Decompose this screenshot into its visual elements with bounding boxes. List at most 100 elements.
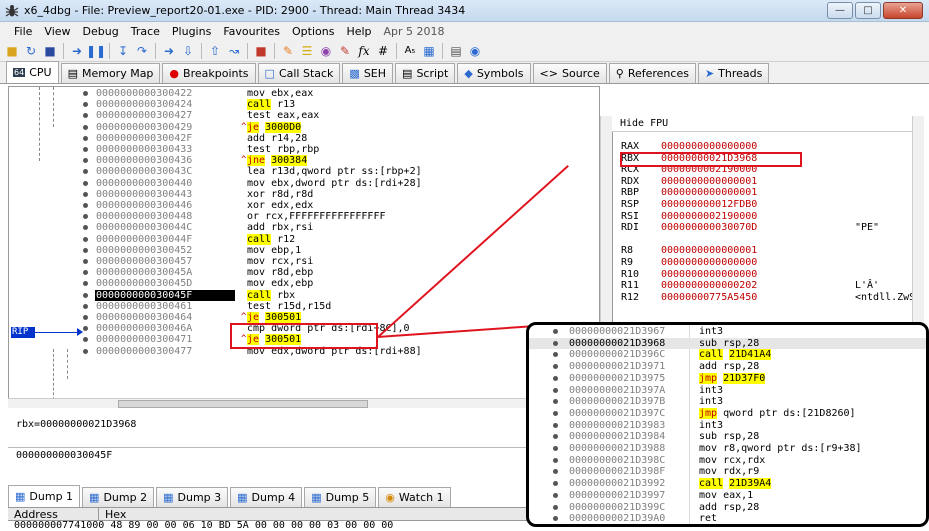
register-row[interactable]: R9 0000000000000000 — [621, 257, 757, 268]
register-row[interactable] — [621, 234, 661, 245]
breakpoint-dot-icon[interactable] — [83, 191, 88, 197]
register-row[interactable]: RSI 0000000002190000 — [621, 211, 757, 222]
disassembly-row[interactable]: 000000000030045A mov r8d,ebp — [9, 267, 599, 278]
bookmarks-icon[interactable]: ✎ — [337, 43, 353, 59]
step-into-icon[interactable]: ↧ — [115, 43, 131, 59]
menu-view[interactable]: View — [38, 25, 76, 38]
register-value[interactable]: 0000000000000000 — [661, 257, 757, 268]
tab-script[interactable]: ▤ Script — [395, 63, 456, 83]
breakpoint-dot-icon[interactable] — [83, 158, 88, 164]
font-icon[interactable]: A₅ — [402, 43, 418, 59]
breakpoint-dot-icon[interactable] — [83, 180, 88, 186]
breakpoint-dot-icon[interactable] — [83, 236, 88, 242]
run-to-user-code-icon[interactable]: ↝ — [226, 43, 242, 59]
open-folder-icon[interactable]: ■ — [4, 43, 20, 59]
close-button[interactable]: ✕ — [883, 2, 923, 19]
pause-icon[interactable]: ❚❚ — [86, 43, 106, 59]
disassembly-view[interactable]: 0000000000300422 mov ebx,eax 0000000000300… — [8, 86, 600, 408]
breakpoint-dot-icon[interactable] — [83, 91, 88, 96]
run-icon[interactable]: ➜ — [69, 43, 85, 59]
register-row[interactable]: RBP 0000000000000001 — [621, 187, 757, 198]
breakpoint-dot-icon[interactable] — [83, 135, 88, 141]
menu-help[interactable]: Help — [340, 25, 377, 38]
breakpoint-dot-icon[interactable] — [83, 225, 88, 231]
tab-memory-map[interactable]: ▤ Memory Map — [60, 63, 161, 83]
tab-dump-2[interactable]: ▦ Dump 2 — [82, 487, 155, 507]
dump-row[interactable]: 000000007741000 48 89 00 00 06 10 BD 5A … — [8, 521, 600, 531]
register-value[interactable]: 0000000000000001 — [661, 245, 757, 256]
tab-dump-1[interactable]: ▦ Dump 1 — [8, 485, 81, 507]
execute-till-return-icon[interactable]: ⇧ — [207, 43, 223, 59]
breakpoint-dot-icon[interactable] — [83, 124, 88, 130]
hide-fpu-button[interactable]: Hide FPU — [612, 116, 912, 132]
disassembly-row[interactable]: 000000000030042F add r14,28 — [9, 133, 599, 144]
tab-breakpoints[interactable]: ● Breakpoints — [162, 63, 256, 83]
disassembly-row[interactable]: 0000000000300422 mov ebx,eax — [9, 88, 599, 99]
register-value[interactable]: 0000000000000000 — [661, 269, 757, 280]
register-value[interactable]: 000000000030070D — [661, 222, 757, 233]
minimize-button[interactable]: — — [827, 2, 853, 19]
menu-debug[interactable]: Debug — [77, 25, 125, 38]
disassembly-row[interactable]: 0000000000300443 xor r8d,r8d — [9, 189, 599, 200]
breakpoint-dot-icon[interactable] — [83, 147, 88, 152]
tab-references[interactable]: ⚲ References — [608, 63, 696, 83]
dump-col-hex[interactable]: Hex — [98, 508, 528, 521]
breakpoint-dot-icon[interactable] — [83, 281, 88, 287]
breakpoint-dot-icon[interactable] — [83, 214, 88, 220]
trace-over-icon[interactable]: ⇩ — [180, 43, 196, 59]
register-value[interactable]: 0000000000000000 — [661, 141, 757, 152]
breakpoint-dot-icon[interactable] — [83, 348, 88, 354]
disassembly-horizontal-scrollbar[interactable] — [8, 398, 600, 408]
breakpoint-dot-icon[interactable] — [83, 303, 88, 309]
trace-into-icon[interactable]: ➜ — [161, 43, 177, 59]
register-row[interactable]: RDX 0000000000000001 — [621, 176, 757, 187]
disassembly-row[interactable]: 000000000030045F call rbx — [9, 289, 599, 301]
dump-col-address[interactable]: Address — [8, 508, 98, 521]
disassembly-row[interactable]: 0000000000300429 ^ je 3000D0 — [9, 121, 599, 133]
register-row[interactable]: R12 00000000775A5450 <ntdll.ZwSlu — [621, 292, 923, 303]
variables-icon[interactable]: # — [375, 43, 391, 59]
tab-watch-1[interactable]: ◉ Watch 1 — [378, 487, 451, 507]
patch-icon[interactable]: ✎ — [280, 43, 296, 59]
labels-icon[interactable]: ◉ — [318, 43, 334, 59]
settings-icon[interactable]: ◉ — [467, 43, 483, 59]
menu-trace[interactable]: Trace — [125, 25, 166, 38]
register-row[interactable]: R8 0000000000000001 — [621, 245, 757, 256]
disassembly-row[interactable]: 0000000000300440 mov ebx,dword ptr ds:[rd… — [9, 178, 599, 189]
register-value[interactable]: 000000000012FDB0 — [661, 199, 757, 210]
disassembly-row[interactable]: 0000000000300436 ^ jne 300384 — [9, 155, 599, 167]
disassembly-row[interactable]: 000000000030045D mov edx,ebp — [9, 278, 599, 289]
comments-icon[interactable]: ☰ — [299, 43, 315, 59]
registers-panel[interactable]: RAX 0000000000000000 RBX 00000000021D3968 RC… — [612, 116, 924, 328]
disassembly-row[interactable]: 0000000000300424 call r13 — [9, 99, 599, 111]
disassembly-row[interactable]: 0000000000300446 xor edx,edx — [9, 200, 599, 211]
disassembly-row[interactable]: 0000000000300457 mov rcx,rsi — [9, 256, 599, 267]
disassembly-row[interactable]: 0000000000300433 test rbp,rbp — [9, 144, 599, 155]
register-row[interactable]: RAX 0000000000000000 — [621, 141, 757, 152]
disassembly-row[interactable]: 0000000000300461 test r15d,r15d — [9, 301, 599, 312]
tab-symbols[interactable]: ◆ Symbols — [457, 63, 531, 83]
disassembly-row[interactable]: 0000000000300427 test eax,eax — [9, 110, 599, 121]
tab-dump-5[interactable]: ▦ Dump 5 — [304, 487, 377, 507]
register-row[interactable]: R11 0000000000000202 L'Â' — [621, 280, 879, 291]
register-value[interactable]: 0000000000000202 — [661, 280, 757, 291]
stop-icon[interactable]: ■ — [42, 43, 58, 59]
menu-favourites[interactable]: Favourites — [217, 25, 286, 38]
tab-source[interactable]: <> Source — [532, 63, 607, 83]
disassembly-row[interactable]: 000000000030044F call r12 — [9, 233, 599, 245]
breakpoint-dot-icon[interactable] — [83, 337, 88, 343]
calculator-icon[interactable]: ▦ — [421, 43, 437, 59]
menu-options[interactable]: Options — [286, 25, 340, 38]
breakpoint-dot-icon[interactable] — [83, 102, 88, 108]
register-row[interactable]: RDI 000000000030070D "PE" — [621, 222, 879, 233]
notes-icon[interactable]: ▤ — [448, 43, 464, 59]
tab-threads[interactable]: ➤ Threads — [697, 63, 770, 83]
breakpoint-dot-icon[interactable] — [83, 113, 88, 119]
maximize-button[interactable]: □ — [855, 2, 881, 19]
register-value[interactable]: 0000000002190000 — [661, 211, 757, 222]
breakpoint-dot-icon[interactable] — [83, 247, 88, 253]
disassembly-row[interactable]: 0000000000300452 mov ebp,1 — [9, 245, 599, 256]
tab-dump-3[interactable]: ▦ Dump 3 — [156, 487, 229, 507]
menu-plugins[interactable]: Plugins — [166, 25, 217, 38]
breakpoint-dot-icon[interactable] — [83, 315, 88, 320]
